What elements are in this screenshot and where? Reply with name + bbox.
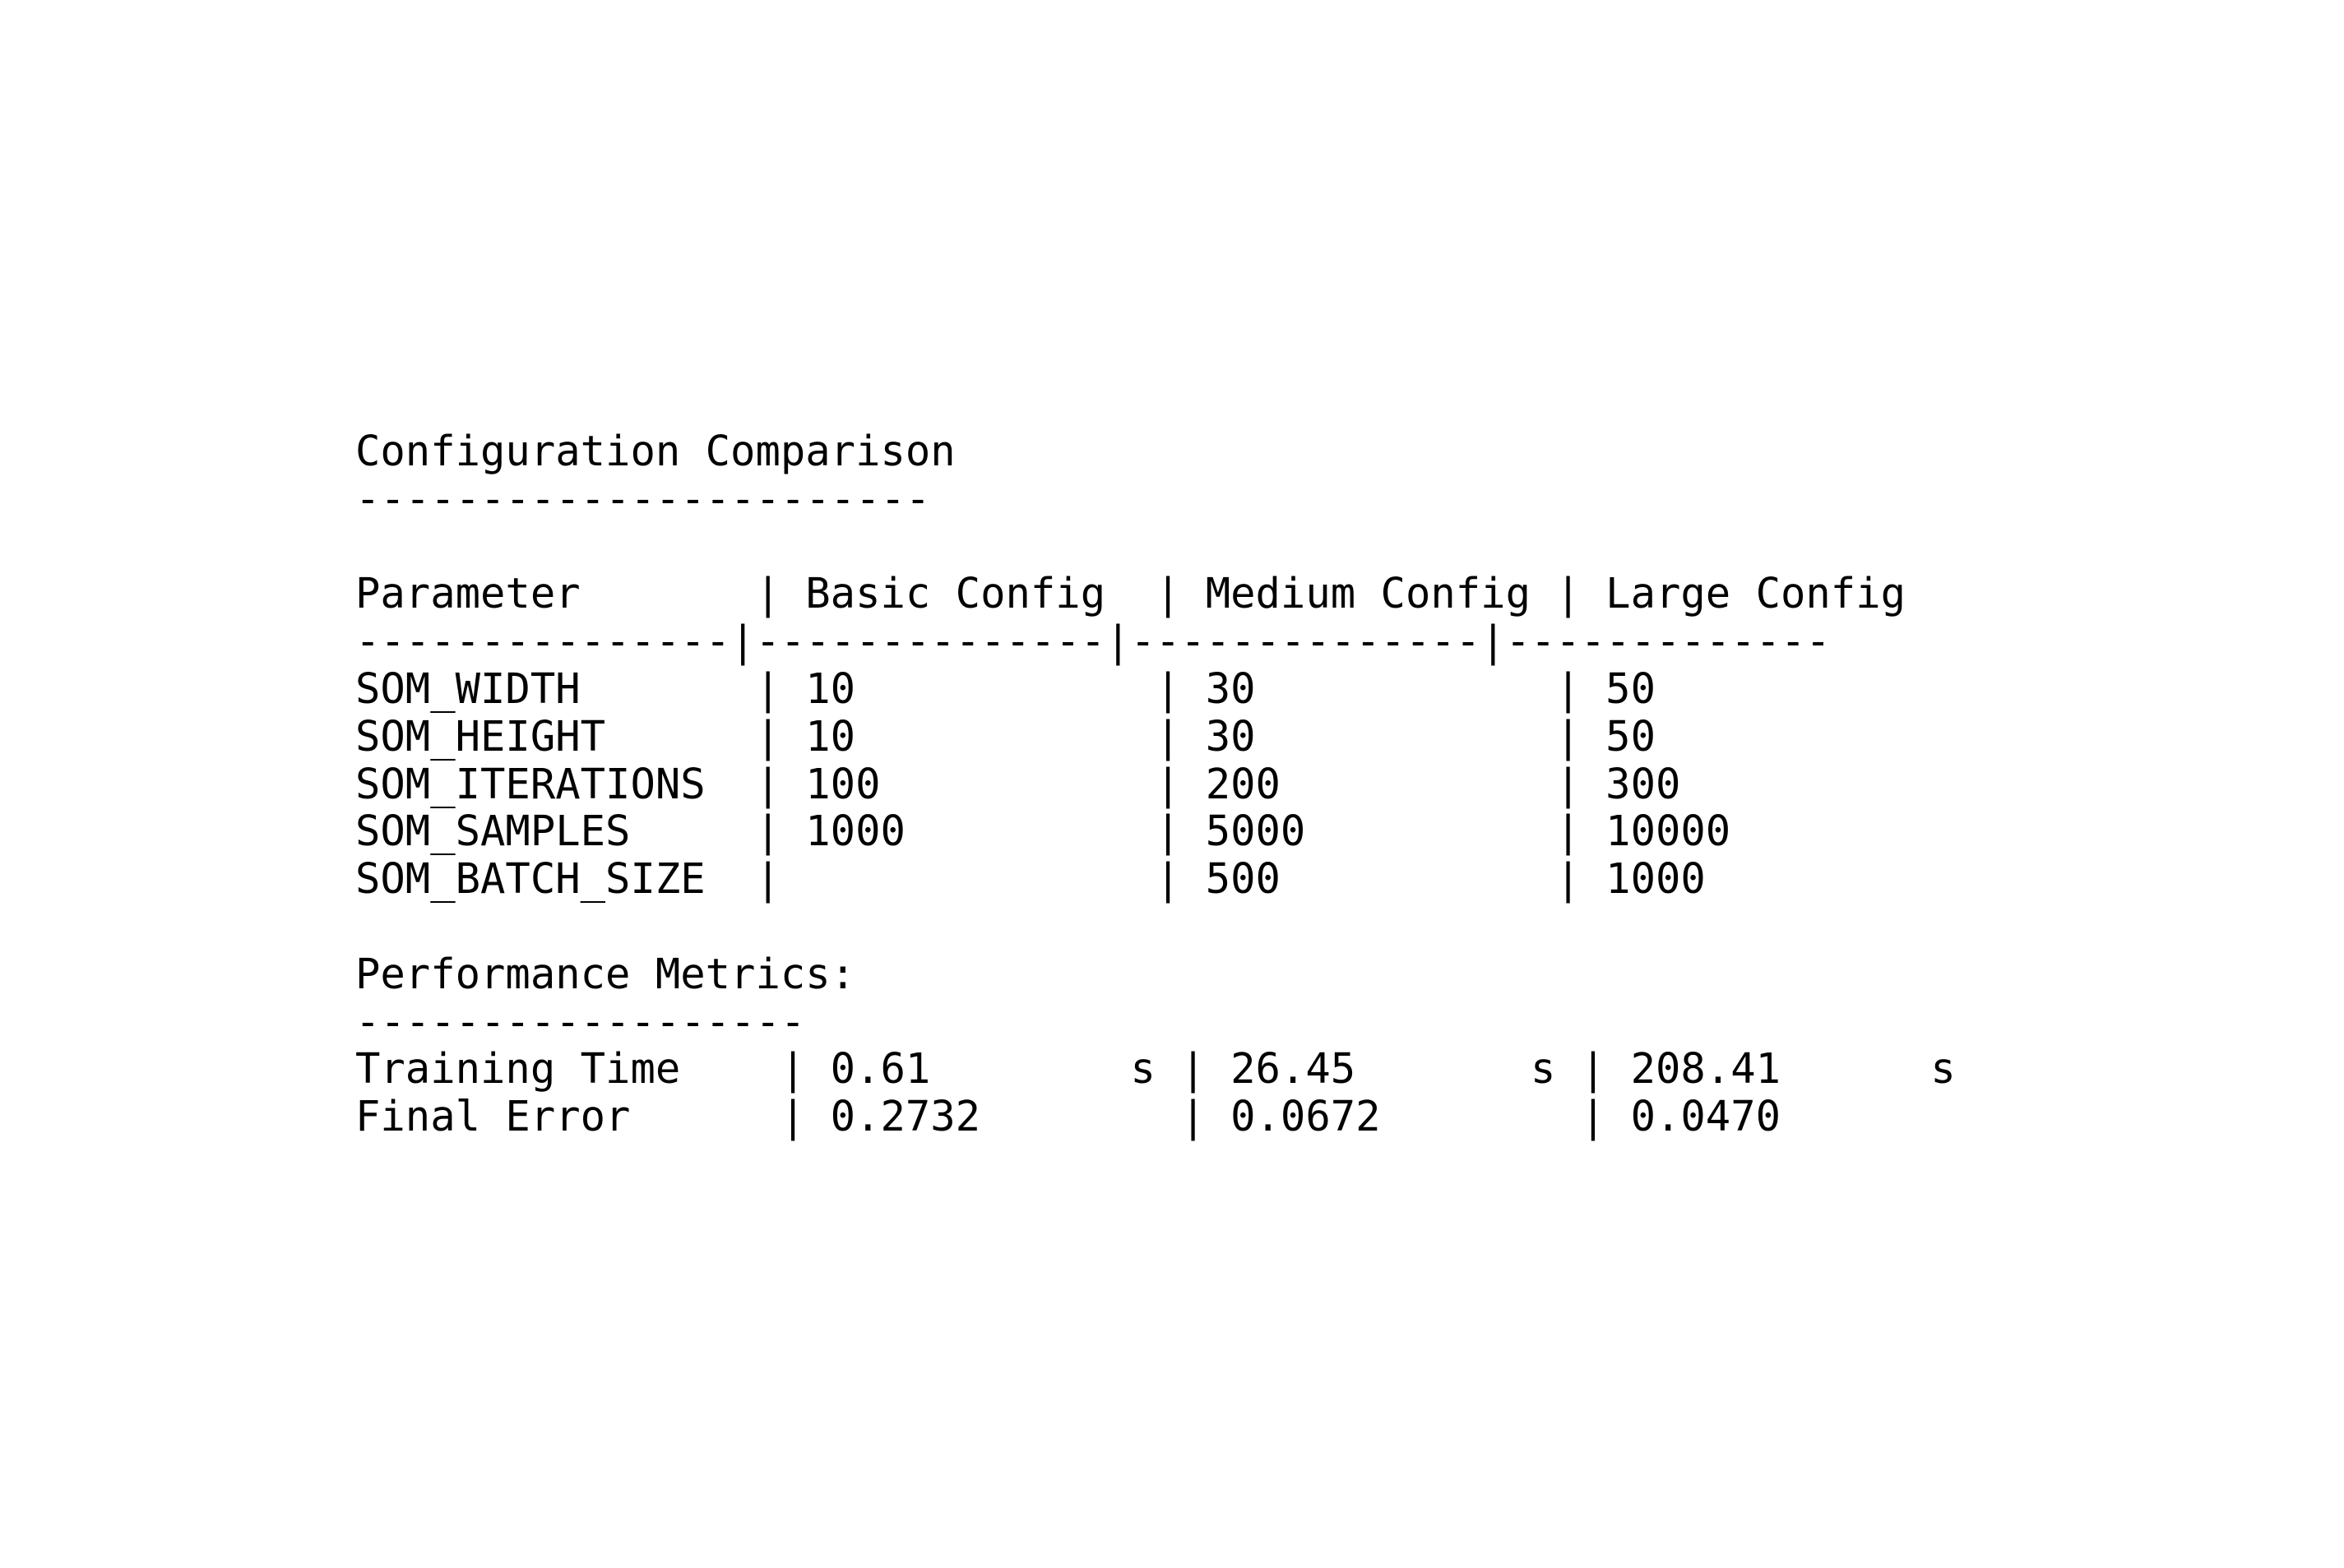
metrics-heading: Performance Metrics: (355, 949, 856, 998)
metrics-row: Final Error | 0.2732 | 0.0672 | 0.0470 (355, 1092, 1781, 1141)
table-row: SOM_ITERATIONS | 100 | 200 | 300 (355, 759, 1681, 808)
table-row: SOM_BATCH_SIZE | | 500 | 1000 (355, 854, 1706, 904)
metrics-underline: ------------------ (355, 997, 806, 1046)
document-title: Configuration Comparison (355, 427, 956, 475)
table-row: SOM_HEIGHT | 10 | 30 | 50 (355, 711, 1656, 761)
metrics-row: Training Time | 0.61 s | 26.45 s | 208.4… (355, 1044, 1956, 1094)
table-header-separator: ---------------|--------------|---------… (355, 617, 1831, 666)
table-row: SOM_SAMPLES | 1000 | 5000 | 10000 (355, 807, 1731, 856)
table-row: SOM_WIDTH | 10 | 30 | 50 (355, 664, 1656, 713)
title-underline: ----------------------- (355, 474, 931, 523)
table-header-row: Parameter | Basic Config | Medium Config… (355, 569, 1906, 618)
config-comparison-document: Configuration Comparison ---------------… (355, 428, 1956, 1140)
